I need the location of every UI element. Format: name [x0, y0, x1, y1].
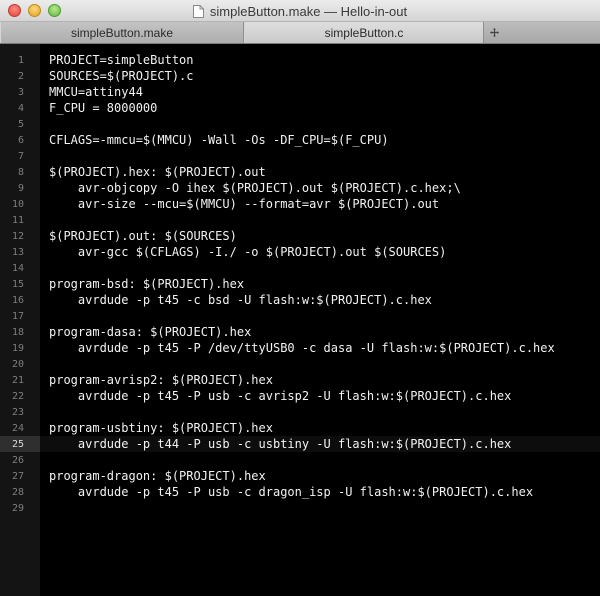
code-line[interactable]: 21 program-avrisp2: $(PROJECT).hex [0, 372, 600, 388]
code-line[interactable]: 3 MMCU=attiny44 [0, 84, 600, 100]
code-text: program-bsd: $(PROJECT).hex [49, 277, 245, 291]
code-line[interactable]: 12 $(PROJECT).out: $(SOURCES) [0, 228, 600, 244]
code-line[interactable]: 4 F_CPU = 8000000 [0, 100, 600, 116]
code-text: F_CPU = 8000000 [49, 101, 158, 115]
code-text: program-usbtiny: $(PROJECT).hex [49, 421, 273, 435]
line-number: 20 [11, 358, 24, 370]
editor-window: simpleButton.make — Hello-in-out simpleB… [0, 0, 600, 596]
code-line[interactable]: 29 [0, 500, 600, 516]
code-text: PROJECT=simpleButton [49, 53, 194, 67]
code-line[interactable]: 6 CFLAGS=-mmcu=$(MMCU) -Wall -Os -DF_CPU=… [0, 132, 600, 148]
line-number: 9 [17, 182, 24, 194]
line-number: 6 [17, 134, 24, 146]
title-area: simpleButton.make — Hello-in-out [0, 0, 600, 22]
code-line[interactable]: 19 avrdude -p t45 -P /dev/ttyUSB0 -c das… [0, 340, 600, 356]
line-number: 10 [11, 198, 24, 210]
line-number: 5 [17, 118, 24, 130]
line-number: 12 [11, 230, 24, 242]
code-text: avrdude -p t45 -P usb -c dragon_isp -U f… [49, 485, 534, 499]
line-number: 26 [11, 454, 24, 466]
line-number: 3 [17, 86, 24, 98]
code-editor[interactable]: 1 PROJECT=simpleButton 2 SOURCES=$(PROJECT)… [0, 44, 600, 596]
line-number: 23 [11, 406, 24, 418]
code-text: avrdude -p t45 -P /dev/ttyUSB0 -c dasa -… [49, 341, 555, 355]
line-number: 8 [17, 166, 24, 178]
line-number: 2 [17, 70, 24, 82]
tab-label: simpleButton.c [324, 25, 404, 40]
code-text: avr-gcc $(CFLAGS) -I./ -o $(PROJECT).out… [49, 245, 447, 259]
code-line[interactable]: 1 PROJECT=simpleButton [0, 52, 600, 68]
line-number: 11 [11, 214, 24, 226]
window-title: simpleButton.make — Hello-in-out [209, 3, 408, 19]
line-number: 22 [11, 390, 24, 402]
tab-simplebutton-c[interactable]: simpleButton.c [244, 22, 484, 43]
line-number: 29 [11, 502, 24, 514]
code-line[interactable]: 22 avrdude -p t45 -P usb -c avrisp2 -U f… [0, 388, 600, 404]
code-line[interactable]: 28 avrdude -p t45 -P usb -c dragon_isp -… [0, 484, 600, 500]
line-number: 14 [11, 262, 24, 274]
code-line[interactable]: 9 avr-objcopy -O ihex $(PROJECT).out $(P… [0, 180, 600, 196]
code-line[interactable]: 23 [0, 404, 600, 420]
code-line[interactable]: 13 avr-gcc $(CFLAGS) -I./ -o $(PROJECT).… [0, 244, 600, 260]
line-number: 18 [11, 326, 24, 338]
line-number: 19 [11, 342, 24, 354]
code-text: program-dasa: $(PROJECT).hex [49, 325, 252, 339]
line-number: 27 [11, 470, 24, 482]
code-line[interactable]: 10 avr-size --mcu=$(MMCU) --format=avr $… [0, 196, 600, 212]
code-text: avrdude -p t44 -P usb -c usbtiny -U flas… [49, 437, 512, 451]
line-number: 21 [11, 374, 24, 386]
line-number: 15 [11, 278, 24, 290]
code-line[interactable]: 25 avrdude -p t44 -P usb -c usbtiny -U f… [0, 436, 600, 452]
new-tab-button[interactable] [484, 22, 504, 43]
line-number: 7 [17, 150, 24, 162]
code-line[interactable]: 17 [0, 308, 600, 324]
plus-icon [489, 28, 499, 37]
line-number: 13 [11, 246, 24, 258]
tab-label: simpleButton.make [70, 25, 174, 40]
tab-simplebutton-make[interactable]: simpleButton.make [0, 22, 244, 43]
code-line[interactable]: 24 program-usbtiny: $(PROJECT).hex [0, 420, 600, 436]
line-number: 4 [17, 102, 24, 114]
code-text: CFLAGS=-mmcu=$(MMCU) -Wall -Os -DF_CPU=$… [49, 133, 389, 147]
line-number: 1 [17, 54, 24, 66]
code-text: avr-size --mcu=$(MMCU) --format=avr $(PR… [49, 197, 440, 211]
code-text: $(PROJECT).out: $(SOURCES) [49, 229, 237, 243]
code-text: program-avrisp2: $(PROJECT).hex [49, 373, 273, 387]
code-line[interactable]: 20 [0, 356, 600, 372]
title-bar[interactable]: simpleButton.make — Hello-in-out [0, 0, 600, 22]
code-line[interactable]: 2 SOURCES=$(PROJECT).c [0, 68, 600, 84]
code-text: program-dragon: $(PROJECT).hex [49, 469, 266, 483]
line-number: 25 [11, 438, 24, 450]
code-line[interactable]: 18 program-dasa: $(PROJECT).hex [0, 324, 600, 340]
code-text: $(PROJECT).hex: $(PROJECT).out [49, 165, 266, 179]
code-text: avr-objcopy -O ihex $(PROJECT).out $(PRO… [49, 181, 461, 195]
code-line[interactable]: 8 $(PROJECT).hex: $(PROJECT).out [0, 164, 600, 180]
code-line[interactable]: 14 [0, 260, 600, 276]
code-line[interactable]: 15 program-bsd: $(PROJECT).hex [0, 276, 600, 292]
code-text: avrdude -p t45 -P usb -c avrisp2 -U flas… [49, 389, 512, 403]
code-line[interactable]: 27 program-dragon: $(PROJECT).hex [0, 468, 600, 484]
line-number: 16 [11, 294, 24, 306]
code-line[interactable]: 26 [0, 452, 600, 468]
code-line[interactable]: 5 [0, 116, 600, 132]
code-line[interactable]: 7 [0, 148, 600, 164]
line-number: 24 [11, 422, 24, 434]
code-text: avrdude -p t45 -c bsd -U flash:w:$(PROJE… [49, 293, 432, 307]
tab-bar: simpleButton.make simpleButton.c [0, 22, 600, 44]
code-text: MMCU=attiny44 [49, 85, 143, 99]
document-icon [192, 4, 204, 18]
line-number: 17 [11, 310, 24, 322]
code-line[interactable]: 11 [0, 212, 600, 228]
code-line[interactable]: 16 avrdude -p t45 -c bsd -U flash:w:$(PR… [0, 292, 600, 308]
line-number: 28 [11, 486, 24, 498]
code-text: SOURCES=$(PROJECT).c [49, 69, 194, 83]
